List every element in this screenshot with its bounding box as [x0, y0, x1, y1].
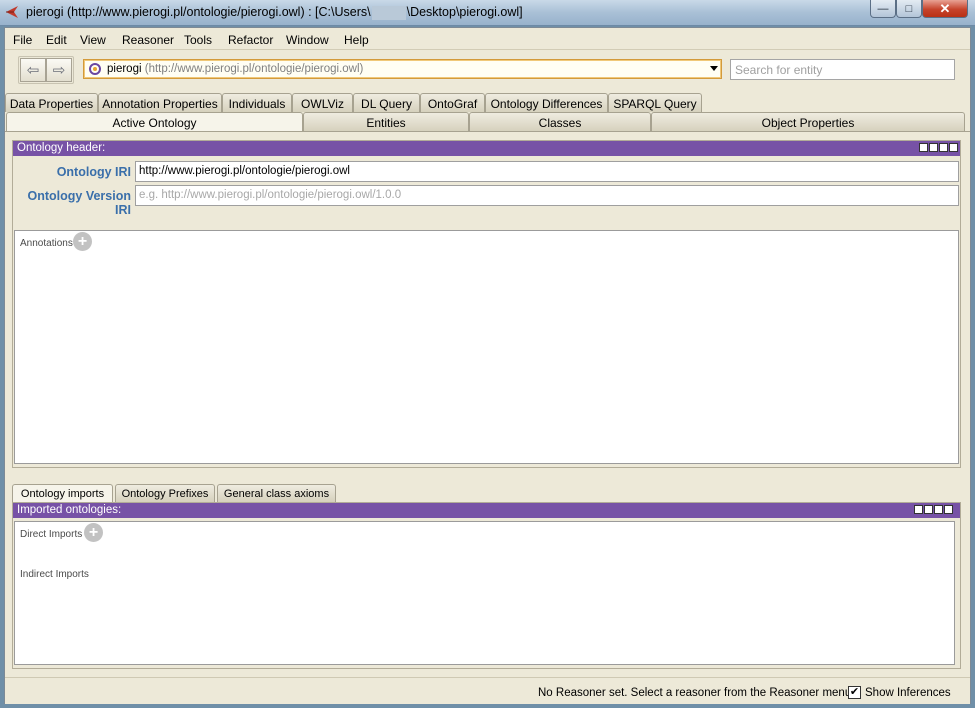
status-bar: No Reasoner set. Select a reasoner from … — [5, 677, 970, 704]
search-entity-input[interactable]: Search for entity — [730, 59, 955, 80]
menu-refactor[interactable]: Refactor — [228, 33, 273, 47]
indirect-imports-label: Indirect Imports — [20, 569, 89, 580]
tab-ontology-prefixes[interactable]: Ontology Prefixes — [115, 484, 215, 502]
ontology-name: pierogi — [107, 63, 142, 75]
split-view-icon[interactable] — [914, 505, 923, 514]
tab-classes[interactable]: Classes — [469, 112, 651, 131]
panel-minimize-icon[interactable] — [929, 143, 938, 152]
forward-button[interactable]: ⇨ — [46, 58, 72, 82]
active-ontology-selector[interactable]: pierogi (http://www.pierogi.pl/ontologie… — [83, 59, 722, 79]
ontology-selector-text: pierogi (http://www.pierogi.pl/ontologie… — [107, 63, 363, 75]
menu-window[interactable]: Window — [286, 33, 329, 47]
tab-row-bottom: Active Ontology Entities Classes Object … — [5, 112, 970, 132]
menu-tools[interactable]: Tools — [184, 33, 212, 47]
ontology-version-iri-label: Ontology Version IRI — [27, 189, 132, 217]
panel-close-icon[interactable] — [944, 505, 953, 514]
ontology-iri-field[interactable]: http://www.pierogi.pl/ontologie/pierogi.… — [135, 161, 959, 182]
tab-row-top: Data Properties Annotation Properties In… — [5, 92, 970, 112]
tab-active-ontology[interactable]: Active Ontology — [6, 112, 303, 132]
panel-float-icon[interactable] — [939, 143, 948, 152]
ontology-version-iri-field[interactable]: e.g. http://www.pierogi.pl/ontologie/pie… — [135, 185, 959, 206]
annotations-label: Annotations — [20, 238, 73, 249]
tab-dl-query[interactable]: DL Query — [353, 93, 420, 112]
add-import-icon[interactable]: + — [84, 523, 103, 542]
toolbar: ⇦ ⇨ pierogi (http://www.pierogi.pl/ontol… — [5, 51, 970, 91]
checkmark-icon: ✔ — [849, 686, 860, 698]
menu-bar: File Edit View Reasoner Tools Refactor W… — [5, 28, 970, 50]
title-bar: pierogi (http://www.pierogi.pl/ontologie… — [0, 0, 975, 26]
main-window: File Edit View Reasoner Tools Refactor W… — [4, 27, 971, 704]
menu-help[interactable]: Help — [344, 33, 369, 47]
window-title-suffix: \Desktop\pierogi.owl] — [406, 5, 523, 19]
panel-minimize-icon[interactable] — [924, 505, 933, 514]
menu-file[interactable]: File — [13, 33, 32, 47]
menu-reasoner[interactable]: Reasoner — [122, 33, 174, 47]
split-view-icon[interactable] — [919, 143, 928, 152]
back-arrow-icon: ⇦ — [26, 62, 40, 79]
imported-ontologies-title: Imported ontologies: — [17, 504, 122, 516]
tab-ontograf[interactable]: OntoGraf — [420, 93, 485, 112]
tab-sparql-query[interactable]: SPARQL Query — [608, 93, 702, 112]
panel-close-icon[interactable] — [949, 143, 958, 152]
chevron-down-icon[interactable] — [710, 66, 718, 71]
redacted-username — [371, 5, 406, 20]
panel-float-icon[interactable] — [934, 505, 943, 514]
menu-edit[interactable]: Edit — [46, 33, 67, 47]
maximize-button[interactable]: □ — [896, 0, 922, 18]
forward-arrow-icon: ⇨ — [52, 62, 66, 79]
annotations-list: Annotations + — [14, 230, 959, 464]
tab-owlviz[interactable]: OWLViz — [292, 93, 353, 112]
window-title: pierogi (http://www.pierogi.pl/ontologie… — [26, 5, 523, 20]
ontology-iri-label: Ontology IRI — [56, 165, 131, 179]
imports-tab-row: Ontology imports Ontology Prefixes Gener… — [12, 484, 961, 502]
protege-app-icon — [6, 6, 18, 18]
ontology-icon — [89, 63, 101, 75]
window-title-prefix: pierogi (http://www.pierogi.pl/ontologie… — [26, 5, 371, 19]
ontology-header-panel: Ontology header: Ontology IRI http://www… — [12, 140, 961, 468]
ontology-header-titlebar: Ontology header: — [13, 141, 960, 156]
imported-ontologies-panel: Imported ontologies: Direct Imports + In… — [12, 502, 961, 669]
reasoner-status-text: No Reasoner set. Select a reasoner from … — [538, 687, 852, 699]
tab-ontology-differences[interactable]: Ontology Differences — [485, 93, 608, 112]
direct-imports-label: Direct Imports — [20, 529, 83, 540]
tab-object-properties[interactable]: Object Properties — [651, 112, 965, 131]
ontology-iri: (http://www.pierogi.pl/ontologie/pierogi… — [144, 63, 364, 75]
tab-ontology-imports[interactable]: Ontology imports — [12, 484, 113, 502]
active-ontology-content: Ontology header: Ontology IRI http://www… — [5, 131, 970, 677]
menu-view[interactable]: View — [80, 33, 106, 47]
tab-entities[interactable]: Entities — [303, 112, 469, 131]
minimize-button[interactable]: — — [870, 0, 896, 18]
tab-annotation-properties[interactable]: Annotation Properties — [98, 93, 222, 112]
close-button[interactable]: ✕ — [922, 0, 968, 18]
imports-list: Direct Imports + Indirect Imports — [14, 521, 955, 665]
tab-individuals[interactable]: Individuals — [222, 93, 292, 112]
back-button[interactable]: ⇦ — [20, 58, 46, 82]
show-inferences-checkbox[interactable]: ✔ — [848, 686, 861, 699]
tab-data-properties[interactable]: Data Properties — [5, 93, 98, 112]
imported-ontologies-titlebar: Imported ontologies: — [13, 503, 960, 518]
tab-general-class-axioms[interactable]: General class axioms — [217, 484, 336, 502]
show-inferences-label: Show Inferences — [865, 687, 951, 699]
maximize-icon: □ — [905, 2, 913, 15]
ontology-header-title: Ontology header: — [17, 142, 106, 154]
close-icon: ✕ — [939, 0, 951, 16]
minimize-icon: — — [877, 2, 889, 15]
add-annotation-icon[interactable]: + — [73, 232, 92, 251]
